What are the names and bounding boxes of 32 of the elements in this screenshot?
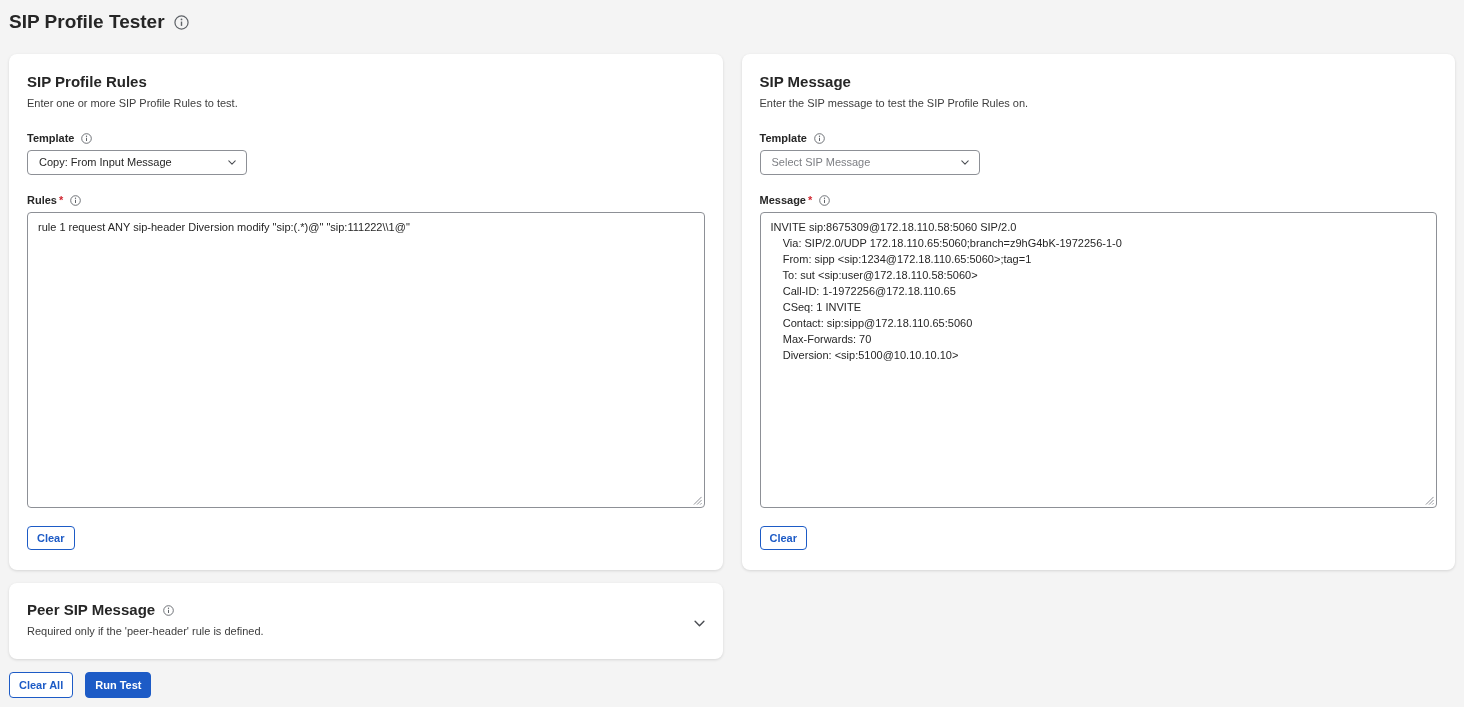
run-test-button[interactable]: Run Test [85,672,152,698]
info-icon[interactable] [163,604,175,616]
message-field[interactable]: INVITE sip:8675309@172.18.110.58:5060 SIP/2.0 Via: SIP/2.0/UDP 172.18.110.65:5060;branch=z9hG4bK-1972256-1-0 From: sipp <sip:1234@172.18.110.65:5060>;tag=1 To: sut <sip:user@172.18.110.58:5060> Call-ID: 1-1972256@172.18.110.65 CSeq: 1 INVITE Contact: sip:sipp@172.18.110.65:5060 Max-Forwards: 70 Diversion: <sip:5100@10.10.10.10> [759,212,1437,508]
template-select[interactable]: Copy: From Input Message [27,150,247,175]
field-label: Template [759,131,807,145]
chevron-down-icon[interactable] [960,160,969,165]
info-icon[interactable] [814,132,825,144]
panel-description: Enter one or more SIP Profile Rules to test. [27,96,239,110]
required-mark: * [808,193,813,207]
field-label: Message [759,193,806,207]
info-icon[interactable] [81,132,93,144]
clear-button[interactable]: Clear [27,526,75,550]
field-label: Template [27,131,75,145]
chevron-down-icon[interactable] [693,619,705,627]
panel-title: Peer SIP Message [27,600,156,620]
panel-description: Required only if the 'peer-header' rule is defined. [27,624,264,638]
info-icon[interactable] [70,194,82,206]
template-select[interactable]: Select SIP Message [759,150,980,175]
clear-button[interactable]: Clear [759,526,808,550]
resize-handle-icon[interactable] [692,496,702,505]
required-mark: * [58,193,64,207]
panel-title: SIP Profile Rules [27,72,148,92]
chevron-down-icon[interactable] [228,160,236,165]
field-label: Rules [27,193,57,207]
clear-all-button[interactable]: Clear All [9,672,74,698]
panel-description: Enter the SIP message to test the SIP Profile Rules on. [759,96,1030,110]
info-icon[interactable] [819,194,831,206]
resize-handle-icon[interactable] [1425,496,1434,505]
page-title: SIP Profile Tester [9,10,165,34]
panel-title: SIP Message [759,72,852,92]
rules-field[interactable]: rule 1 request ANY sip-header Diversion modify "sip:(.*)@" "sip:111222\\1@" [27,212,705,508]
info-icon[interactable] [173,14,189,30]
